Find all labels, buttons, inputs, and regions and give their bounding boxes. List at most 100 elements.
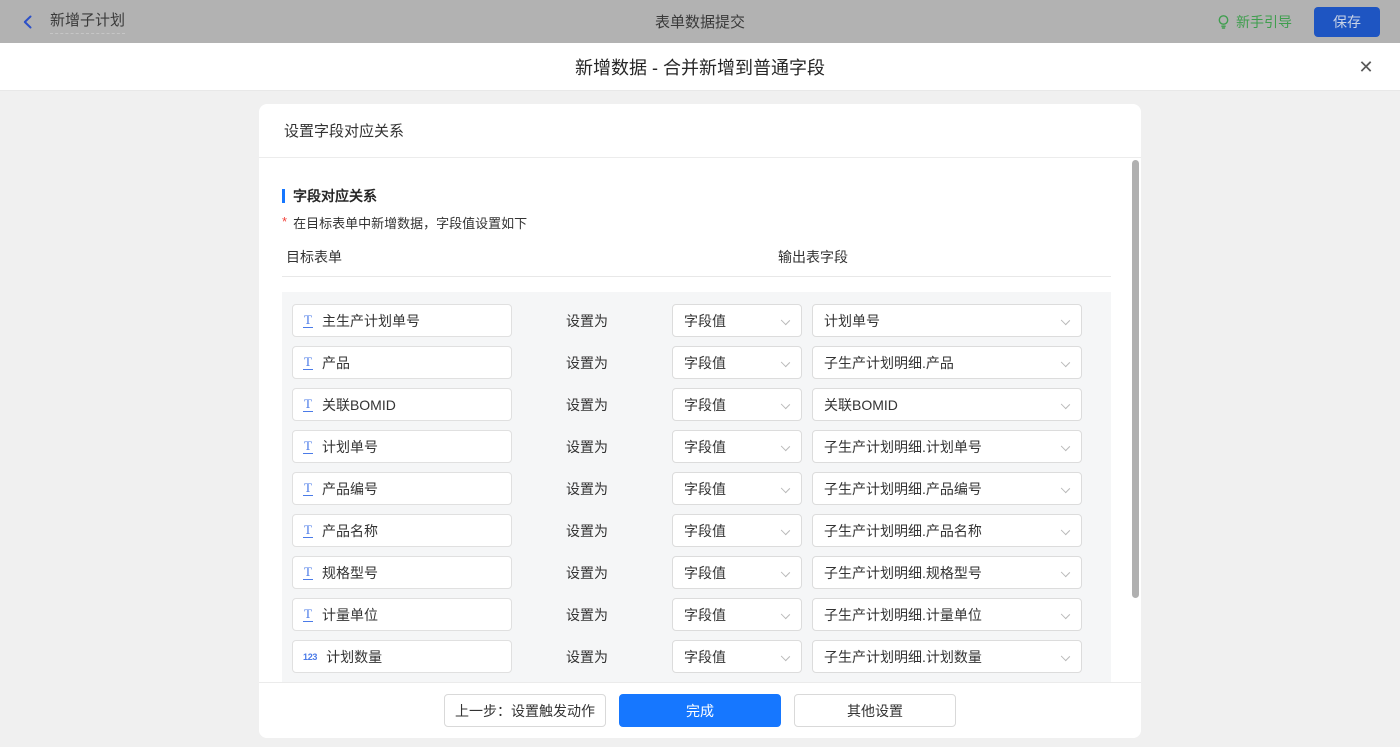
- modal-title: 新增数据 - 合并新增到普通字段: [575, 54, 825, 80]
- value-type-text: 字段值: [684, 353, 726, 373]
- note-text: 在目标表单中新增数据，字段值设置如下: [293, 213, 527, 232]
- output-field-text: 子生产计划明细.产品编号: [824, 479, 982, 499]
- chevron-down-icon: [781, 568, 790, 577]
- chevron-down-icon: [1061, 400, 1070, 409]
- chevron-down-icon: [1061, 484, 1070, 493]
- value-type-text: 字段值: [684, 311, 726, 331]
- chevron-down-icon: [781, 442, 790, 451]
- target-field-label: 主生产计划单号: [322, 311, 420, 331]
- output-field-select[interactable]: 关联BOMID: [812, 388, 1082, 421]
- set-as-label: 设置为: [566, 521, 610, 541]
- field-mapping-card: 设置字段对应关系 字段对应关系 * 在目标表单中新增数据，字段值设置如下 目标表…: [259, 104, 1141, 738]
- output-field-select[interactable]: 子生产计划明细.产品编号: [812, 472, 1082, 505]
- chevron-down-icon: [1061, 526, 1070, 535]
- output-field-select[interactable]: 子生产计划明细.产品名称: [812, 514, 1082, 547]
- target-field-label: 关联BOMID: [322, 395, 396, 415]
- value-type-select[interactable]: 字段值: [672, 346, 802, 379]
- target-field-box[interactable]: T 产品名称: [292, 514, 512, 547]
- value-type-select[interactable]: 字段值: [672, 430, 802, 463]
- text-field-icon: T: [303, 523, 313, 538]
- target-field-label: 计划单号: [322, 437, 378, 457]
- text-field-icon: T: [303, 397, 313, 412]
- output-field-select[interactable]: 计划单号: [812, 304, 1082, 337]
- topbar-title: 表单数据提交: [0, 11, 1400, 32]
- value-type-select[interactable]: 字段值: [672, 514, 802, 547]
- target-field-label: 产品: [322, 353, 350, 373]
- mapping-row: T 关联BOMID 设置为 字段值 关联BOMID: [292, 388, 1101, 421]
- scrollbar-thumb[interactable]: [1132, 160, 1139, 598]
- set-as-label: 设置为: [566, 605, 610, 625]
- value-type-select[interactable]: 字段值: [672, 640, 802, 673]
- done-button[interactable]: 完成: [619, 694, 781, 727]
- chevron-down-icon: [1061, 442, 1070, 451]
- mapping-row: T 规格型号 设置为 字段值 子生产计划明细.规格型号: [292, 556, 1101, 589]
- target-field-box[interactable]: T 产品: [292, 346, 512, 379]
- chevron-down-icon: [781, 652, 790, 661]
- target-field-box[interactable]: T 产品编号: [292, 472, 512, 505]
- chevron-down-icon: [1061, 610, 1070, 619]
- output-field-text: 计划单号: [824, 311, 880, 331]
- topbar: 新增子计划 表单数据提交 新手引导 保存: [0, 0, 1400, 43]
- value-type-text: 字段值: [684, 521, 726, 541]
- card-footer: 上一步：设置触发动作 完成 其他设置: [259, 682, 1141, 738]
- output-field-text: 子生产计划明细.产品名称: [824, 521, 982, 541]
- modal-body: 设置字段对应关系 字段对应关系 * 在目标表单中新增数据，字段值设置如下 目标表…: [0, 104, 1400, 747]
- target-field-box[interactable]: T 主生产计划单号: [292, 304, 512, 337]
- beginner-guide-link[interactable]: 新手引导: [1216, 12, 1292, 32]
- chevron-down-icon: [781, 610, 790, 619]
- target-field-box[interactable]: T 计量单位: [292, 598, 512, 631]
- chevron-down-icon: [781, 400, 790, 409]
- chevron-down-icon: [781, 316, 790, 325]
- target-field-box[interactable]: T 计划单号: [292, 430, 512, 463]
- target-field-box[interactable]: T 关联BOMID: [292, 388, 512, 421]
- back-icon[interactable]: [20, 14, 36, 30]
- chevron-down-icon: [1061, 358, 1070, 367]
- output-field-select[interactable]: 子生产计划明细.计划数量: [812, 640, 1082, 673]
- value-type-text: 字段值: [684, 395, 726, 415]
- flow-name[interactable]: 新增子计划: [50, 9, 125, 34]
- target-field-label: 计划数量: [326, 647, 382, 667]
- set-as-label: 设置为: [566, 647, 610, 667]
- section-title: 字段对应关系: [282, 186, 1141, 206]
- accent-bar: [282, 189, 285, 203]
- card-header-title: 设置字段对应关系: [259, 104, 1141, 158]
- output-field-select[interactable]: 子生产计划明细.计量单位: [812, 598, 1082, 631]
- mapping-note: * 在目标表单中新增数据，字段值设置如下: [282, 213, 1141, 232]
- target-form-column-header: 目标表单: [286, 247, 342, 267]
- chevron-down-icon: [1061, 316, 1070, 325]
- target-field-box[interactable]: T 规格型号: [292, 556, 512, 589]
- output-field-text: 子生产计划明细.产品: [824, 353, 954, 373]
- output-field-select[interactable]: 子生产计划明细.计划单号: [812, 430, 1082, 463]
- required-asterisk: *: [282, 214, 287, 229]
- value-type-select[interactable]: 字段值: [672, 598, 802, 631]
- mapping-rows: T 主生产计划单号 设置为 字段值 计划单号 T 产品 设置为 字段值 子生产计…: [282, 292, 1111, 682]
- output-field-select[interactable]: 子生产计划明细.产品: [812, 346, 1082, 379]
- value-type-text: 字段值: [684, 647, 726, 667]
- text-field-icon: T: [303, 481, 313, 496]
- value-type-select[interactable]: 字段值: [672, 304, 802, 337]
- close-icon[interactable]: ✕: [1356, 57, 1376, 77]
- target-field-label: 产品名称: [322, 521, 378, 541]
- value-type-text: 字段值: [684, 605, 726, 625]
- value-type-select[interactable]: 字段值: [672, 556, 802, 589]
- previous-step-button[interactable]: 上一步：设置触发动作: [444, 694, 606, 727]
- text-field-icon: T: [303, 565, 313, 580]
- output-field-text: 子生产计划明细.规格型号: [824, 563, 982, 583]
- target-field-box[interactable]: 123 计划数量: [292, 640, 512, 673]
- value-type-text: 字段值: [684, 563, 726, 583]
- output-field-select[interactable]: 子生产计划明细.规格型号: [812, 556, 1082, 589]
- target-field-label: 产品编号: [322, 479, 378, 499]
- text-field-icon: T: [303, 607, 313, 622]
- value-type-select[interactable]: 字段值: [672, 388, 802, 421]
- target-field-label: 计量单位: [322, 605, 378, 625]
- other-settings-button[interactable]: 其他设置: [794, 694, 956, 727]
- save-button[interactable]: 保存: [1314, 7, 1380, 37]
- mapping-row: T 计划单号 设置为 字段值 子生产计划明细.计划单号: [292, 430, 1101, 463]
- output-field-text: 子生产计划明细.计划单号: [824, 437, 982, 457]
- value-type-select[interactable]: 字段值: [672, 472, 802, 505]
- output-field-text: 关联BOMID: [824, 395, 898, 415]
- lightbulb-icon: [1216, 14, 1231, 30]
- card-body: 字段对应关系 * 在目标表单中新增数据，字段值设置如下 目标表单 输出表字段 T…: [259, 158, 1141, 682]
- chevron-down-icon: [781, 526, 790, 535]
- chevron-down-icon: [781, 484, 790, 493]
